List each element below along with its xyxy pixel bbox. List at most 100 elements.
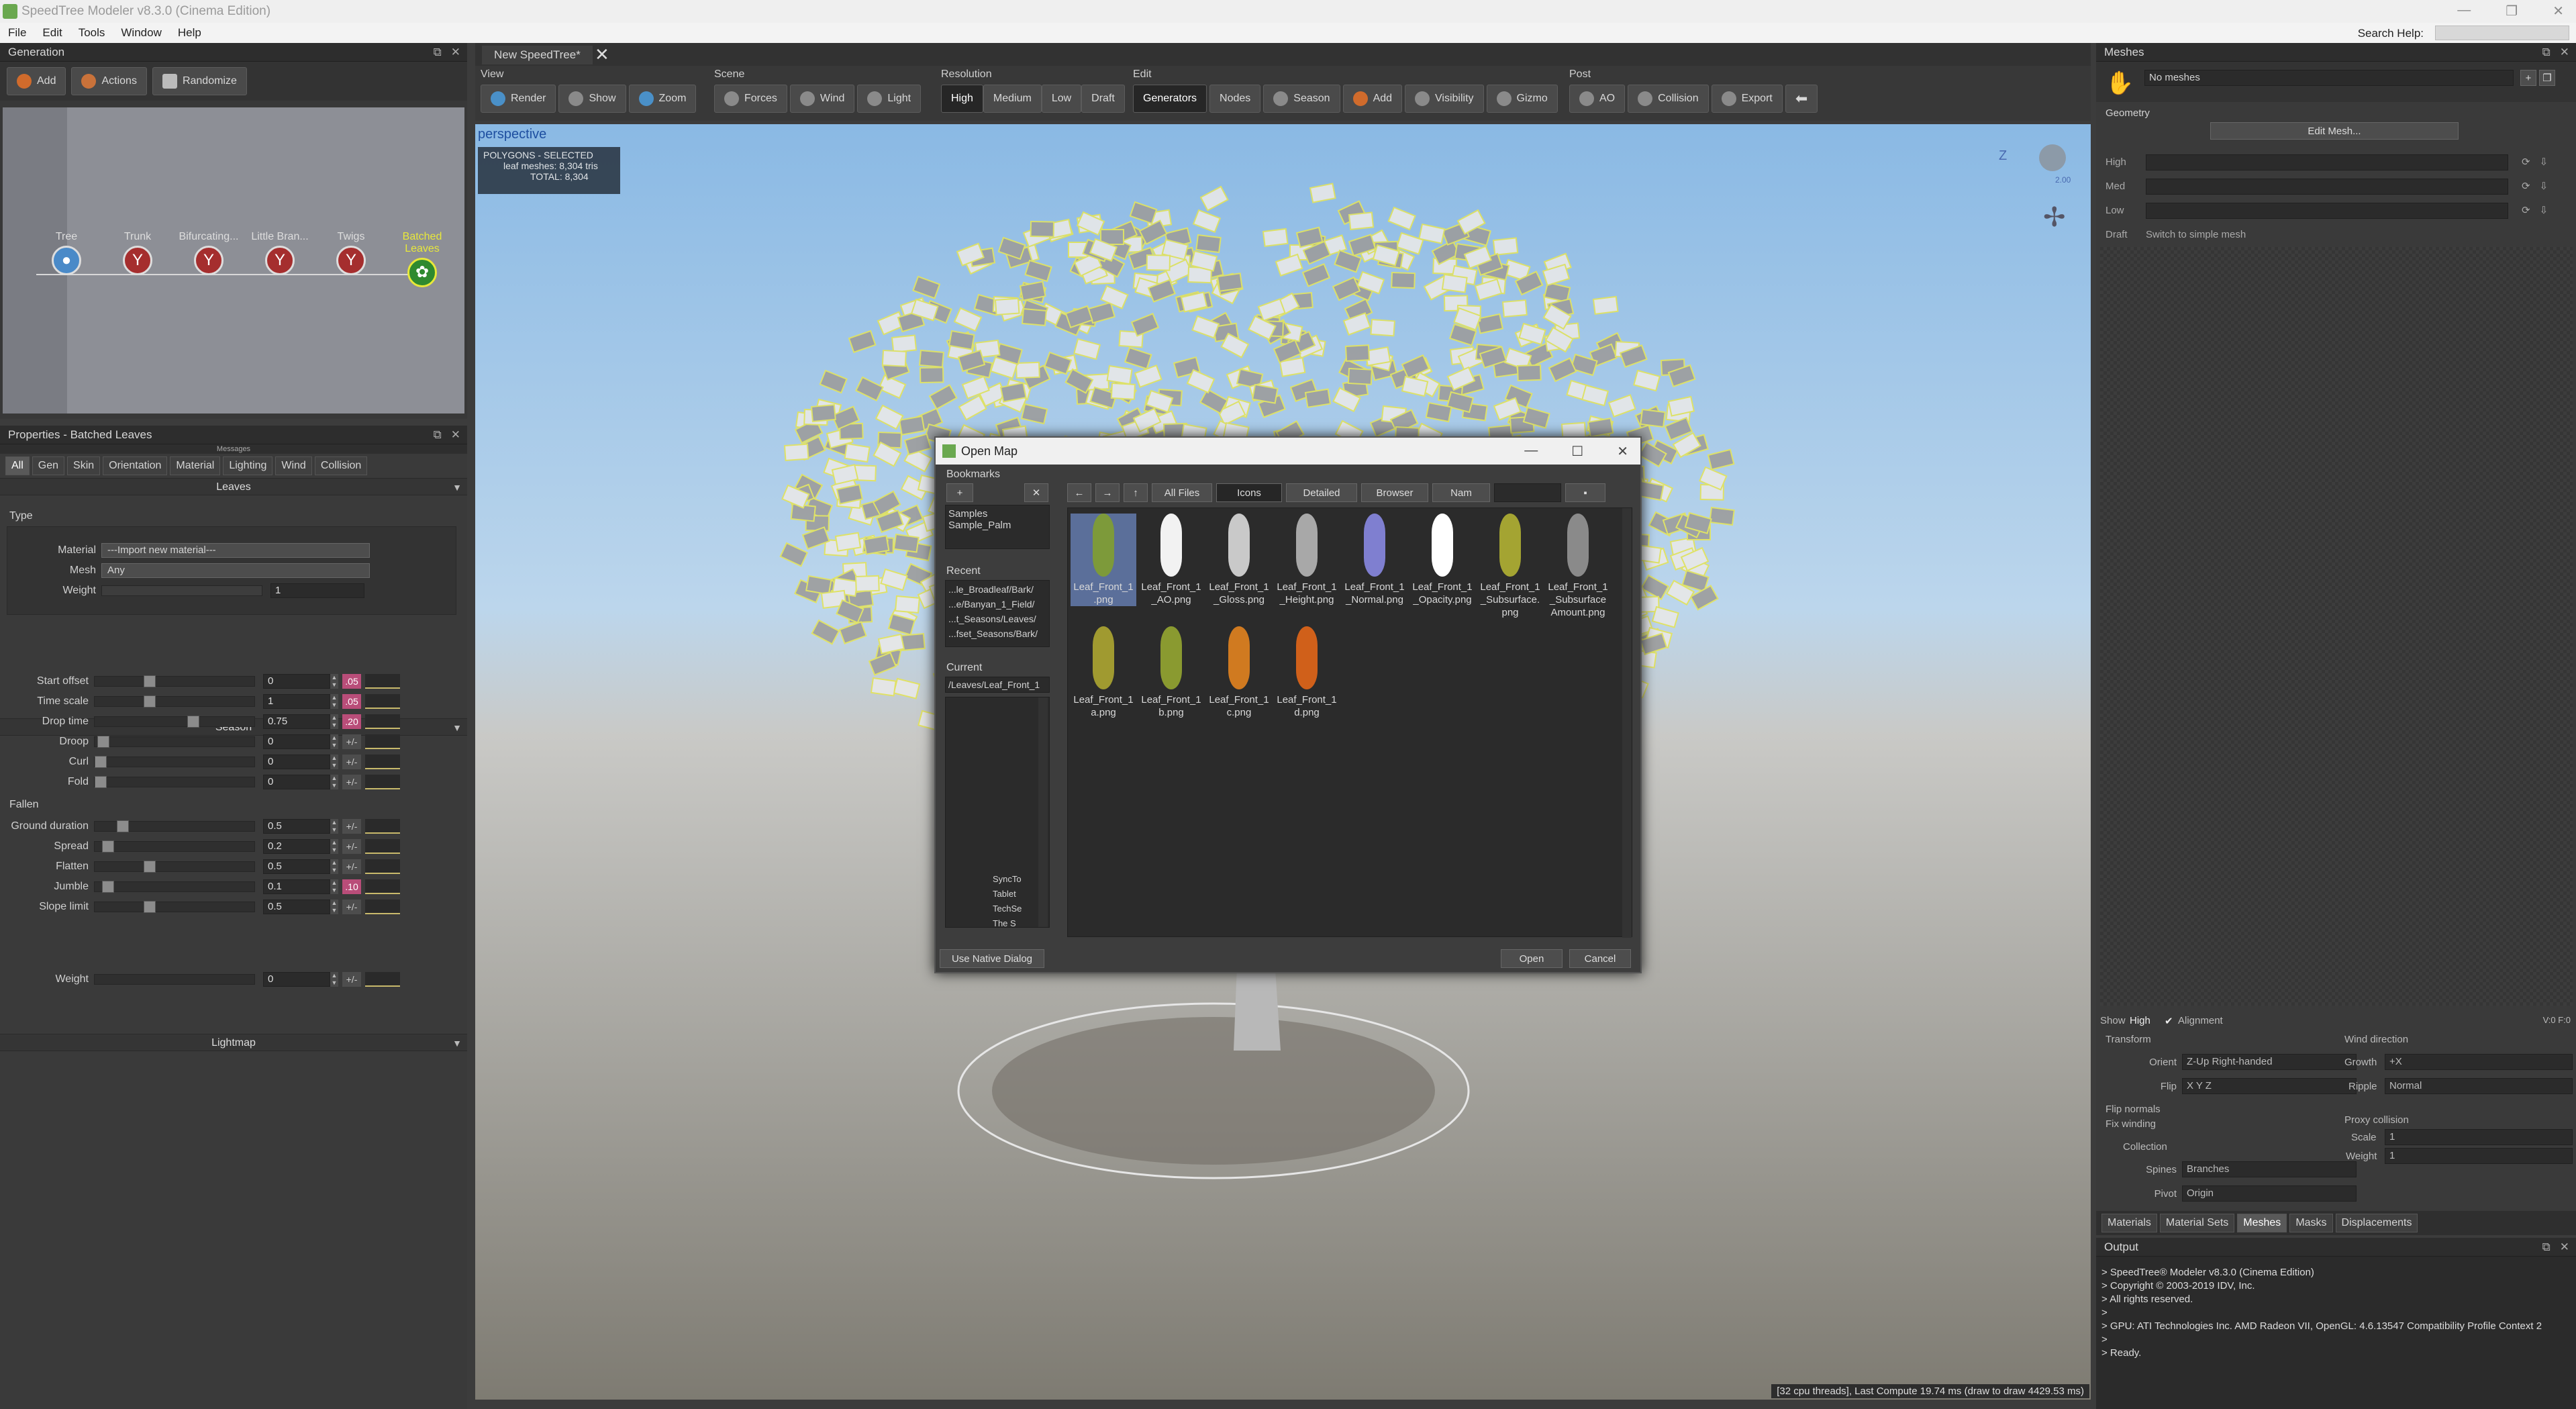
spines-dropdown[interactable]: Branches [2182, 1161, 2357, 1177]
random-variance-button[interactable]: +/- [342, 900, 361, 914]
wind-fan-icon[interactable]: ✢ [2043, 202, 2066, 233]
back-button[interactable]: ⬅ [1785, 85, 1818, 113]
hand-icon[interactable]: ✋ [2106, 70, 2134, 97]
curve-swatch[interactable] [365, 694, 400, 709]
dialog-maximize-icon[interactable]: ☐ [1571, 443, 1583, 460]
close-icon[interactable]: ✕ [451, 428, 460, 442]
recent-list[interactable]: ...le_Broadleaf/Bark/ ...e/Banyan_1_Fiel… [945, 580, 1050, 647]
filter-input[interactable] [1494, 483, 1561, 502]
property-slider[interactable] [94, 756, 255, 768]
folder-item[interactable]: The S [993, 916, 1022, 927]
file-thumbnail[interactable]: Leaf_Front_1 _Subsurface. png [1477, 514, 1543, 619]
up-arrow-icon[interactable]: ↑ [1124, 483, 1148, 502]
property-slider[interactable] [94, 736, 255, 748]
lightmap-weight-value[interactable]: 0 [263, 972, 330, 987]
current-path-input[interactable]: /Leaves/Leaf_Front_1 [945, 677, 1050, 693]
resolution-draft-button[interactable]: Draft [1081, 85, 1125, 113]
refresh-icon[interactable]: ⟳ [2522, 175, 2530, 199]
tab-material[interactable]: Material [170, 456, 221, 475]
node-bifurcating[interactable]: Bifurcating... Y [172, 231, 246, 275]
property-slider[interactable] [94, 901, 255, 913]
random-variance-button[interactable]: +/- [342, 819, 361, 834]
spin-icon[interactable]: ▲ ▼ [330, 900, 338, 914]
property-value[interactable]: 0.1 [263, 879, 330, 894]
property-slider[interactable] [94, 881, 255, 893]
tab-collision[interactable]: Collision [314, 456, 368, 475]
property-slider[interactable] [94, 675, 255, 687]
property-slider[interactable] [94, 840, 255, 853]
slider-knob[interactable] [102, 881, 115, 893]
float-icon[interactable]: ⧉ [2542, 1241, 2550, 1254]
copy-mesh-icon[interactable]: ❐ [2539, 70, 2555, 86]
folder-tree[interactable]: SyncTo Tablet TechSe The S [945, 697, 1050, 928]
folder-item[interactable]: Tablet [993, 887, 1022, 902]
spin-icon[interactable]: ▲ ▼ [330, 714, 338, 729]
tab-material-sets[interactable]: Material Sets [2159, 1214, 2235, 1232]
node-twigs[interactable]: Twigs Y [314, 231, 388, 275]
curve-swatch[interactable] [365, 755, 400, 769]
close-icon[interactable]: ✕ [2560, 46, 2569, 59]
menu-window[interactable]: Window [113, 26, 169, 40]
spin-icon[interactable]: ▲ ▼ [330, 755, 338, 769]
import-icon[interactable]: ⇩ [2540, 175, 2548, 199]
curve-swatch[interactable] [365, 775, 400, 789]
property-value[interactable]: 1 [263, 694, 330, 709]
bookmark-item[interactable]: Samples [948, 508, 1046, 520]
flip-normals-checkbox[interactable]: Flip normals [2106, 1104, 2161, 1115]
leaves-section-header[interactable]: Leaves ▼ [0, 478, 467, 495]
recent-item[interactable]: ...e/Banyan_1_Field/ [948, 597, 1046, 612]
edit-mesh-button[interactable]: Edit Mesh... [2210, 122, 2459, 140]
zoom-button[interactable]: Zoom [628, 85, 697, 113]
curve-swatch[interactable] [365, 879, 400, 894]
resolution-high-button[interactable]: High [941, 85, 983, 113]
close-window-icon[interactable]: ✕ [2553, 3, 2564, 19]
remove-bookmark-button[interactable]: ✕ [1024, 483, 1048, 502]
tab-masks[interactable]: Masks [2289, 1214, 2333, 1232]
file-thumbnail[interactable]: Leaf_Front_1 _Normal.png [1342, 514, 1407, 606]
random-variance-button[interactable]: +/- [342, 839, 361, 854]
restore-icon[interactable]: ❐ [2506, 3, 2518, 19]
spin-icon[interactable]: ▲ ▼ [330, 839, 338, 854]
open-button[interactable]: Open [1501, 949, 1563, 968]
weight-slider[interactable] [101, 585, 262, 596]
spin-icon[interactable]: ▲ ▼ [330, 694, 338, 709]
property-slider[interactable] [94, 820, 255, 832]
back-arrow-icon[interactable]: ← [1067, 483, 1091, 502]
node-tree[interactable]: Tree ● [30, 231, 103, 275]
slider-knob[interactable] [144, 901, 156, 913]
spin-icon[interactable]: ▲ ▼ [330, 819, 338, 834]
slider-knob[interactable] [144, 695, 156, 708]
output-log[interactable]: > SpeedTree® Modeler v8.3.0 (Cinema Edit… [2096, 1257, 2576, 1369]
browser-view-button[interactable]: Browser [1361, 483, 1428, 502]
refresh-icon[interactable]: ⟳ [2522, 199, 2530, 223]
export-button[interactable]: Export [1711, 85, 1783, 113]
grid-scrollbar[interactable] [1622, 508, 1632, 938]
orient-dropdown[interactable]: Z-Up Right-handed [2182, 1054, 2357, 1070]
weight-value[interactable]: 1 [270, 583, 364, 598]
light-button[interactable]: Light [857, 85, 922, 113]
slider-knob[interactable] [95, 756, 107, 768]
random-variance-button[interactable]: .05 [342, 674, 361, 689]
import-icon[interactable]: ⇩ [2540, 199, 2548, 223]
menu-file[interactable]: File [0, 26, 34, 40]
show-button[interactable]: Show [558, 85, 626, 113]
switch-simple-mesh-checkbox[interactable]: Switch to simple mesh [2146, 223, 2246, 247]
random-variance-button[interactable]: +/- [342, 755, 361, 769]
recent-item[interactable]: ...fset_Seasons/Bark/ [948, 626, 1046, 641]
spin-icon[interactable]: ▲ ▼ [330, 674, 338, 689]
forward-arrow-icon[interactable]: → [1095, 483, 1120, 502]
alignment-checkbox[interactable]: ✔ [2165, 1015, 2173, 1027]
icon-size-slider[interactable]: ▪ [1565, 483, 1605, 502]
curve-swatch[interactable] [365, 839, 400, 854]
spin-icon[interactable]: ▲ ▼ [330, 734, 338, 749]
detailed-view-button[interactable]: Detailed [1286, 483, 1357, 502]
menu-help[interactable]: Help [170, 26, 209, 40]
sort-dropdown[interactable]: Nam [1432, 483, 1490, 502]
nodes-button[interactable]: Nodes [1209, 85, 1261, 113]
random-variance-button[interactable]: +/- [342, 775, 361, 789]
add-button[interactable]: Add [1342, 85, 1403, 113]
recent-item[interactable]: ...le_Broadleaf/Bark/ [948, 582, 1046, 597]
curve-swatch[interactable] [365, 900, 400, 914]
resolution-medium-button[interactable]: Medium [983, 85, 1042, 113]
tab-materials[interactable]: Materials [2101, 1214, 2157, 1232]
